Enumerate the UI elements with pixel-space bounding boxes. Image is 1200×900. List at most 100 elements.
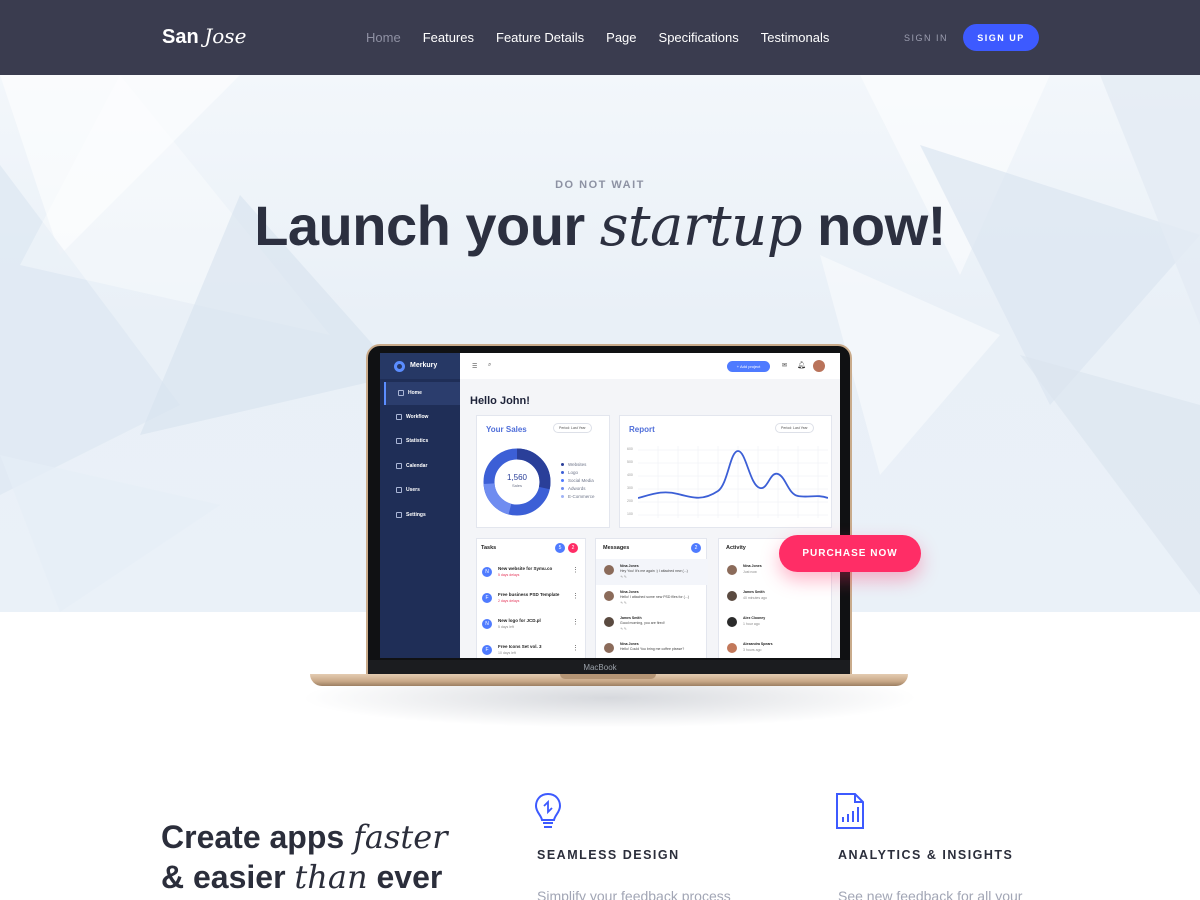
nav-link-testimonials[interactable]: Testimonals bbox=[761, 30, 830, 45]
nav-link-features[interactable]: Features bbox=[423, 30, 474, 45]
task-due: 10 days left bbox=[498, 651, 516, 655]
features-headline-line1: Create apps faster bbox=[161, 817, 448, 857]
message-item[interactable]: Nina Jones Hello! Could You bring me cof… bbox=[596, 637, 708, 658]
tasks-badge-count: 5 bbox=[555, 543, 565, 553]
message-sender: Nina Jones bbox=[620, 642, 639, 646]
sales-card-title: Your Sales bbox=[486, 425, 527, 434]
sidebar-item-settings[interactable]: Settings bbox=[384, 504, 460, 527]
activity-item[interactable]: Alex Clooney 1 hour ago bbox=[719, 611, 831, 637]
hero-headline: Launch your startup now! bbox=[0, 193, 1200, 259]
sales-period-select[interactable]: Period: Last Year bbox=[553, 423, 592, 433]
activity-time: 3 hours ago bbox=[743, 648, 762, 652]
nav-link-feature-details[interactable]: Feature Details bbox=[496, 30, 584, 45]
dashboard-screen: Merkury Home Workflow Statistics Calenda… bbox=[380, 353, 840, 658]
sidebar-item-users[interactable]: Users bbox=[384, 479, 460, 502]
activity-item[interactable]: Alexandra Spears 3 hours ago bbox=[719, 637, 831, 658]
task-due: 2 days delays bbox=[498, 599, 520, 603]
nav-link-specifications[interactable]: Specifications bbox=[659, 30, 739, 45]
sidebar-item-statistics[interactable]: Statistics bbox=[384, 430, 460, 453]
activity-user: James Smith bbox=[743, 590, 765, 594]
message-text: Good morning, you are fired! bbox=[620, 621, 665, 625]
report-ytick: 300 bbox=[627, 486, 633, 490]
more-vertical-icon[interactable]: ⋮ bbox=[572, 592, 579, 600]
avatar bbox=[604, 565, 614, 575]
task-name: New website for Symu.co bbox=[498, 566, 553, 571]
activity-item[interactable]: James Smith 40 minutes ago bbox=[719, 585, 831, 611]
report-period-select[interactable]: Period: Last Year bbox=[775, 423, 814, 433]
activity-time: Just now bbox=[743, 570, 757, 574]
message-sender: Nina Jones bbox=[620, 564, 639, 568]
headline-text: & easier bbox=[161, 859, 286, 895]
message-item[interactable]: James Smith Good morning, you are fired!… bbox=[596, 611, 708, 637]
dashboard-topbar: ☰ ⌕ + Add project ✉ 🔔︎ bbox=[460, 353, 840, 379]
activity-time: 40 minutes ago bbox=[743, 596, 767, 600]
sidebar-item-label: Calendar bbox=[406, 463, 428, 469]
legend-social-media: Social Media bbox=[561, 478, 594, 483]
reply-icon[interactable]: ↰ ✎ bbox=[620, 601, 627, 605]
more-vertical-icon[interactable]: ⋮ bbox=[572, 618, 579, 626]
menu-icon[interactable]: ☰ bbox=[472, 363, 477, 370]
nav-link-page[interactable]: Page bbox=[606, 30, 636, 45]
avatar bbox=[604, 643, 614, 653]
activity-time: 1 hour ago bbox=[743, 622, 760, 626]
mail-icon[interactable]: ✉ bbox=[782, 362, 787, 369]
tasks-badge-alert: 2 bbox=[568, 543, 578, 553]
avatar bbox=[727, 565, 737, 575]
legend-websites: Websites bbox=[561, 462, 586, 467]
task-item[interactable]: F Free Icons Set vol. 3 10 days left ⋮ bbox=[482, 641, 582, 658]
avatar bbox=[727, 591, 737, 601]
task-item[interactable]: F Free business PSD Template 2 days dela… bbox=[482, 589, 582, 615]
task-item[interactable]: N New website for Symu.co 5 days delays … bbox=[482, 563, 582, 589]
report-ytick: 400 bbox=[627, 473, 633, 477]
task-avatar: F bbox=[482, 645, 492, 655]
nav-link-home[interactable]: Home bbox=[366, 30, 401, 45]
task-item[interactable]: N New logo for JCD.pl 5 days left ⋮ bbox=[482, 615, 582, 641]
sign-up-button[interactable]: SIGN UP bbox=[963, 24, 1039, 51]
report-line-chart bbox=[638, 446, 828, 518]
sales-total-label: Sales bbox=[511, 483, 522, 488]
headline-text: ever bbox=[376, 859, 443, 895]
activity-user: Nina Jones bbox=[743, 564, 762, 568]
legend-label: Social Media bbox=[568, 478, 594, 483]
task-name: New logo for JCD.pl bbox=[498, 618, 541, 623]
sidebar-item-label: Settings bbox=[406, 512, 426, 518]
more-vertical-icon[interactable]: ⋮ bbox=[572, 644, 579, 652]
message-item[interactable]: Nina Jones Hey You! It's me again :) I a… bbox=[596, 559, 708, 585]
tasks-title: Tasks bbox=[481, 545, 497, 551]
legend-label: E-Commerce bbox=[568, 494, 595, 499]
features-headline-line2: & easier than ever bbox=[161, 857, 448, 897]
task-name: Free Icons Set vol. 3 bbox=[498, 644, 542, 649]
report-card-title: Report bbox=[629, 425, 655, 434]
purchase-now-button[interactable]: PURCHASE NOW bbox=[779, 535, 921, 572]
avatar bbox=[604, 617, 614, 627]
sales-card: Your Sales Period: Last Year 1,560 Sales… bbox=[476, 415, 610, 528]
message-item[interactable]: Nina Jones Hello! I attached some new PS… bbox=[596, 585, 708, 611]
legend-ecommerce: E-Commerce bbox=[561, 494, 595, 499]
headline-italic: startup bbox=[599, 194, 803, 259]
message-sender: Nina Jones bbox=[620, 590, 639, 594]
avatar bbox=[727, 643, 737, 653]
search-icon[interactable]: ⌕ bbox=[488, 362, 491, 369]
headline-end: now! bbox=[817, 194, 946, 257]
add-project-button[interactable]: + Add project bbox=[727, 361, 770, 372]
report-ytick: 600 bbox=[627, 447, 633, 451]
task-due: 5 days delays bbox=[498, 573, 520, 577]
report-icon bbox=[836, 793, 864, 829]
reply-icon[interactable]: ↰ ✎ bbox=[620, 627, 627, 631]
reply-icon[interactable]: ↰ ✎ bbox=[620, 575, 627, 579]
avatar bbox=[727, 617, 737, 627]
headline-italic: faster bbox=[353, 818, 448, 856]
bell-icon[interactable]: 🔔︎ bbox=[797, 361, 806, 369]
legend-label: Logo bbox=[568, 470, 579, 475]
feature-title-analytics: ANALYTICS & INSIGHTS bbox=[838, 848, 1014, 862]
message-text: Hello! I attached some new PSD files for… bbox=[620, 595, 689, 599]
sidebar-item-home[interactable]: Home bbox=[384, 382, 460, 405]
sign-in-link[interactable]: SIGN IN bbox=[904, 33, 948, 43]
settings-icon bbox=[396, 512, 402, 518]
brand-logo[interactable]: San Jose bbox=[162, 24, 246, 49]
more-vertical-icon[interactable]: ⋮ bbox=[572, 566, 579, 574]
sidebar-item-label: Users bbox=[406, 487, 420, 493]
sidebar-item-calendar[interactable]: Calendar bbox=[384, 455, 460, 478]
sidebar-item-workflow[interactable]: Workflow bbox=[384, 406, 460, 429]
avatar[interactable] bbox=[813, 360, 825, 372]
